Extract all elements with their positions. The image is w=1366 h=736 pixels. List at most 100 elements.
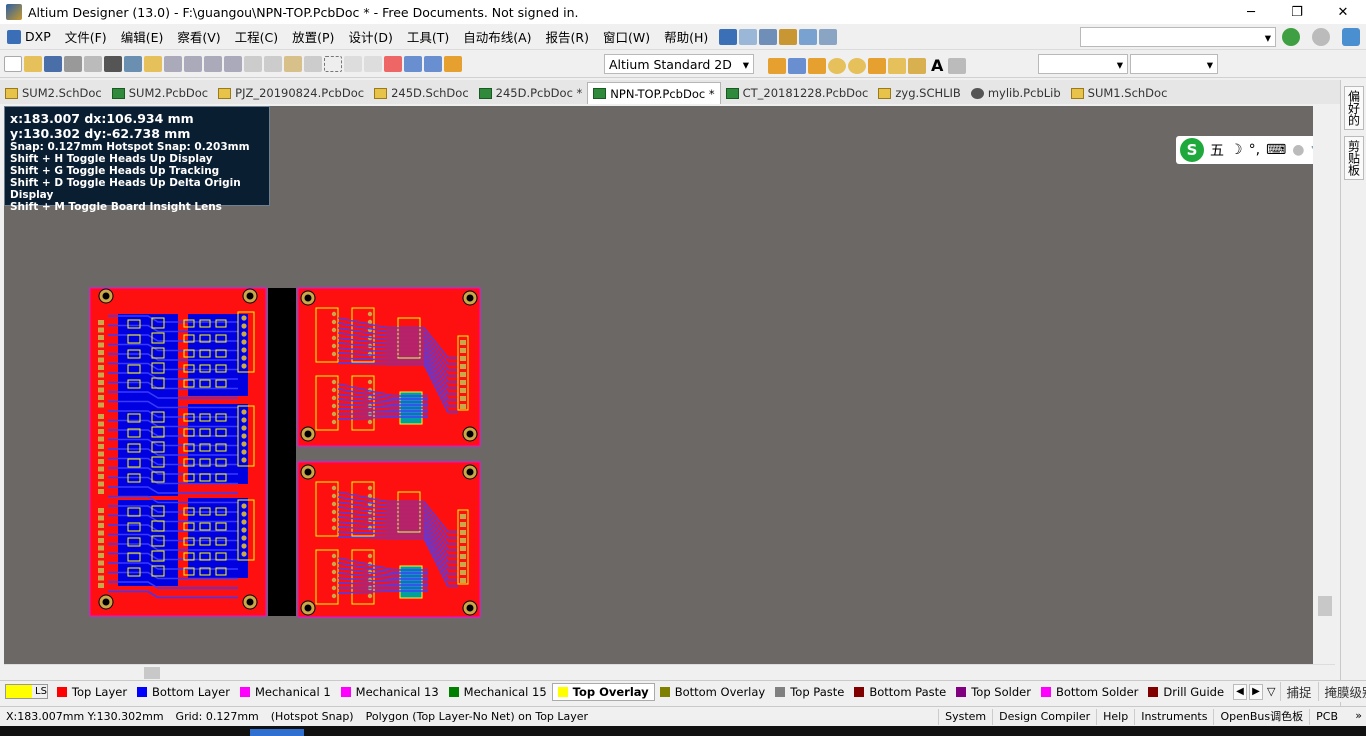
menu-project[interactable]: 工程(C) [228, 27, 285, 46]
ime-mode[interactable]: 五 [1210, 140, 1224, 160]
save-icon[interactable] [44, 55, 62, 72]
forward-icon[interactable] [1312, 28, 1330, 46]
user-icon[interactable]: ● [1292, 142, 1304, 158]
menu-window[interactable]: 窗口(W) [596, 27, 657, 46]
pcb-canvas[interactable]: x:183.007 dx:106.934 mm y:130.302 dy:-62… [4, 106, 1335, 664]
menu-reports[interactable]: 报告(R) [539, 27, 596, 46]
zoom-filter-icon[interactable] [224, 55, 242, 72]
layer-tab[interactable]: Mechanical 15 [444, 683, 552, 701]
maximize-button[interactable]: ❐ [1274, 0, 1320, 24]
align-icon[interactable] [739, 28, 758, 45]
vertical-scrollbar[interactable] [1313, 106, 1335, 664]
layer-tab[interactable]: Top Solder [951, 683, 1036, 701]
menu-place[interactable]: 放置(P) [285, 27, 341, 46]
menu-dxp[interactable]: DXP [0, 29, 58, 44]
moon-icon[interactable]: ☽ [1230, 142, 1243, 158]
menu-design[interactable]: 设计(D) [341, 27, 399, 46]
redo-icon[interactable] [424, 55, 442, 72]
3d-view-icon[interactable] [124, 55, 142, 72]
mask-level-button[interactable]: 掩膜级别 [1317, 682, 1366, 701]
cross-probe-icon[interactable] [444, 55, 462, 72]
home-icon[interactable] [1342, 28, 1360, 46]
copy-icon[interactable] [264, 55, 282, 72]
undo-icon[interactable] [404, 55, 422, 72]
paste-icon[interactable] [284, 55, 302, 72]
menu-view[interactable]: 察看(V) [170, 27, 227, 46]
filter-icon[interactable]: ▽ [1267, 685, 1275, 698]
layer-tab[interactable]: Bottom Solder [1036, 683, 1143, 701]
ime-toolbar[interactable]: S 五 ☽ °, ⌨ ● 🔧 [1176, 136, 1334, 164]
open-folder-icon[interactable] [24, 55, 42, 72]
nav-address-combo[interactable]: ▾ [1080, 27, 1276, 47]
menu-file[interactable]: 文件(F) [58, 27, 114, 46]
document-tab[interactable]: SUM2.SchDoc [0, 82, 107, 104]
pcb-board-view[interactable] [88, 286, 484, 620]
document-tab[interactable]: CT_20181228.PcbDoc [721, 82, 874, 104]
vertical-scroll-thumb[interactable] [1318, 596, 1332, 616]
layer-tab[interactable]: Bottom Paste [849, 683, 951, 701]
room-icon[interactable] [799, 28, 818, 45]
zoom-selected-icon[interactable] [204, 55, 222, 72]
print-icon[interactable] [64, 55, 82, 72]
minimize-button[interactable]: ─ [1228, 0, 1274, 24]
zoom-fit-icon[interactable] [164, 55, 182, 72]
document-tab[interactable]: 245D.SchDoc [369, 82, 474, 104]
pcb-panel-button[interactable]: PCB [1309, 709, 1344, 725]
rubber-stamp-icon[interactable] [304, 55, 322, 72]
layer-tab[interactable]: Bottom Overlay [655, 683, 771, 701]
back-icon[interactable] [1282, 28, 1300, 46]
layer-prev-icon[interactable]: ◀ [1233, 683, 1248, 700]
dimension-icon[interactable] [779, 28, 798, 45]
new-file-icon[interactable] [4, 55, 22, 72]
filter-combo-1[interactable]: ▾ [1038, 54, 1128, 74]
document-tab[interactable]: zyg.SCHLIB [873, 82, 965, 104]
punctuation-icon[interactable]: °, [1249, 142, 1260, 158]
design-compiler-panel-button[interactable]: Design Compiler [992, 709, 1096, 725]
view-mode-select[interactable]: Altium Standard 2D ▾ [604, 54, 754, 74]
more-panels-button[interactable]: » [1355, 709, 1362, 722]
menu-help[interactable]: 帮助(H) [657, 27, 715, 46]
layer-tab[interactable]: Mechanical 13 [336, 683, 444, 701]
layer-tab[interactable]: Drill Guide [1143, 683, 1229, 701]
menu-autoroute[interactable]: 自动布线(A) [456, 27, 538, 46]
layer-tab[interactable]: Bottom Layer [132, 683, 235, 701]
layer-tab[interactable]: Top Overlay [551, 682, 655, 701]
folder-icon[interactable] [144, 55, 162, 72]
text-icon[interactable]: A [928, 56, 946, 75]
zoom-area-icon[interactable] [184, 55, 202, 72]
select-area-icon[interactable] [324, 55, 342, 72]
snap-button[interactable]: 捕捉 [1279, 682, 1318, 701]
document-tab[interactable]: mylib.PcbLib [966, 82, 1066, 104]
openbus-panel-button[interactable]: OpenBus调色板 [1213, 709, 1309, 725]
pad-icon[interactable] [828, 57, 846, 74]
layer-tab[interactable]: Top Paste [770, 683, 849, 701]
move-icon[interactable] [344, 55, 362, 72]
arc-icon[interactable] [868, 57, 886, 74]
via-icon[interactable] [848, 57, 866, 74]
layer-tab[interactable]: Top Layer [52, 683, 132, 701]
keyboard-icon[interactable]: ⌨ [1266, 142, 1286, 158]
open-device-icon[interactable] [104, 55, 122, 72]
fill-icon[interactable] [888, 57, 906, 74]
multi-route-icon[interactable] [808, 57, 826, 74]
deselect-icon[interactable] [364, 55, 382, 72]
filter-combo-2[interactable]: ▾ [1130, 54, 1218, 74]
document-tab[interactable]: NPN-TOP.PcbDoc * [587, 82, 721, 104]
cut-icon[interactable] [244, 55, 262, 72]
layer-next-icon[interactable]: ▶ [1249, 683, 1264, 700]
document-tab[interactable]: SUM2.PcbDoc [107, 82, 213, 104]
menu-tools[interactable]: 工具(T) [400, 27, 456, 46]
component-icon[interactable] [948, 57, 967, 74]
clipboard-panel-tab[interactable]: 剪贴板 [1343, 136, 1364, 180]
interactive-route-icon[interactable] [768, 57, 786, 74]
polygon-icon[interactable] [908, 57, 926, 74]
layer-tab[interactable]: Mechanical 1 [235, 683, 336, 701]
document-tab[interactable]: 245D.PcbDoc * [474, 82, 588, 104]
select-filter-icon[interactable] [759, 28, 778, 45]
favorites-panel-tab[interactable]: 偏好的 [1343, 86, 1364, 130]
system-panel-button[interactable]: System [938, 709, 992, 725]
diff-pair-icon[interactable] [788, 57, 806, 74]
document-tab[interactable]: PJZ_20190824.PcbDoc [213, 82, 369, 104]
help-panel-button[interactable]: Help [1096, 709, 1134, 725]
grid-icon[interactable] [819, 28, 838, 45]
